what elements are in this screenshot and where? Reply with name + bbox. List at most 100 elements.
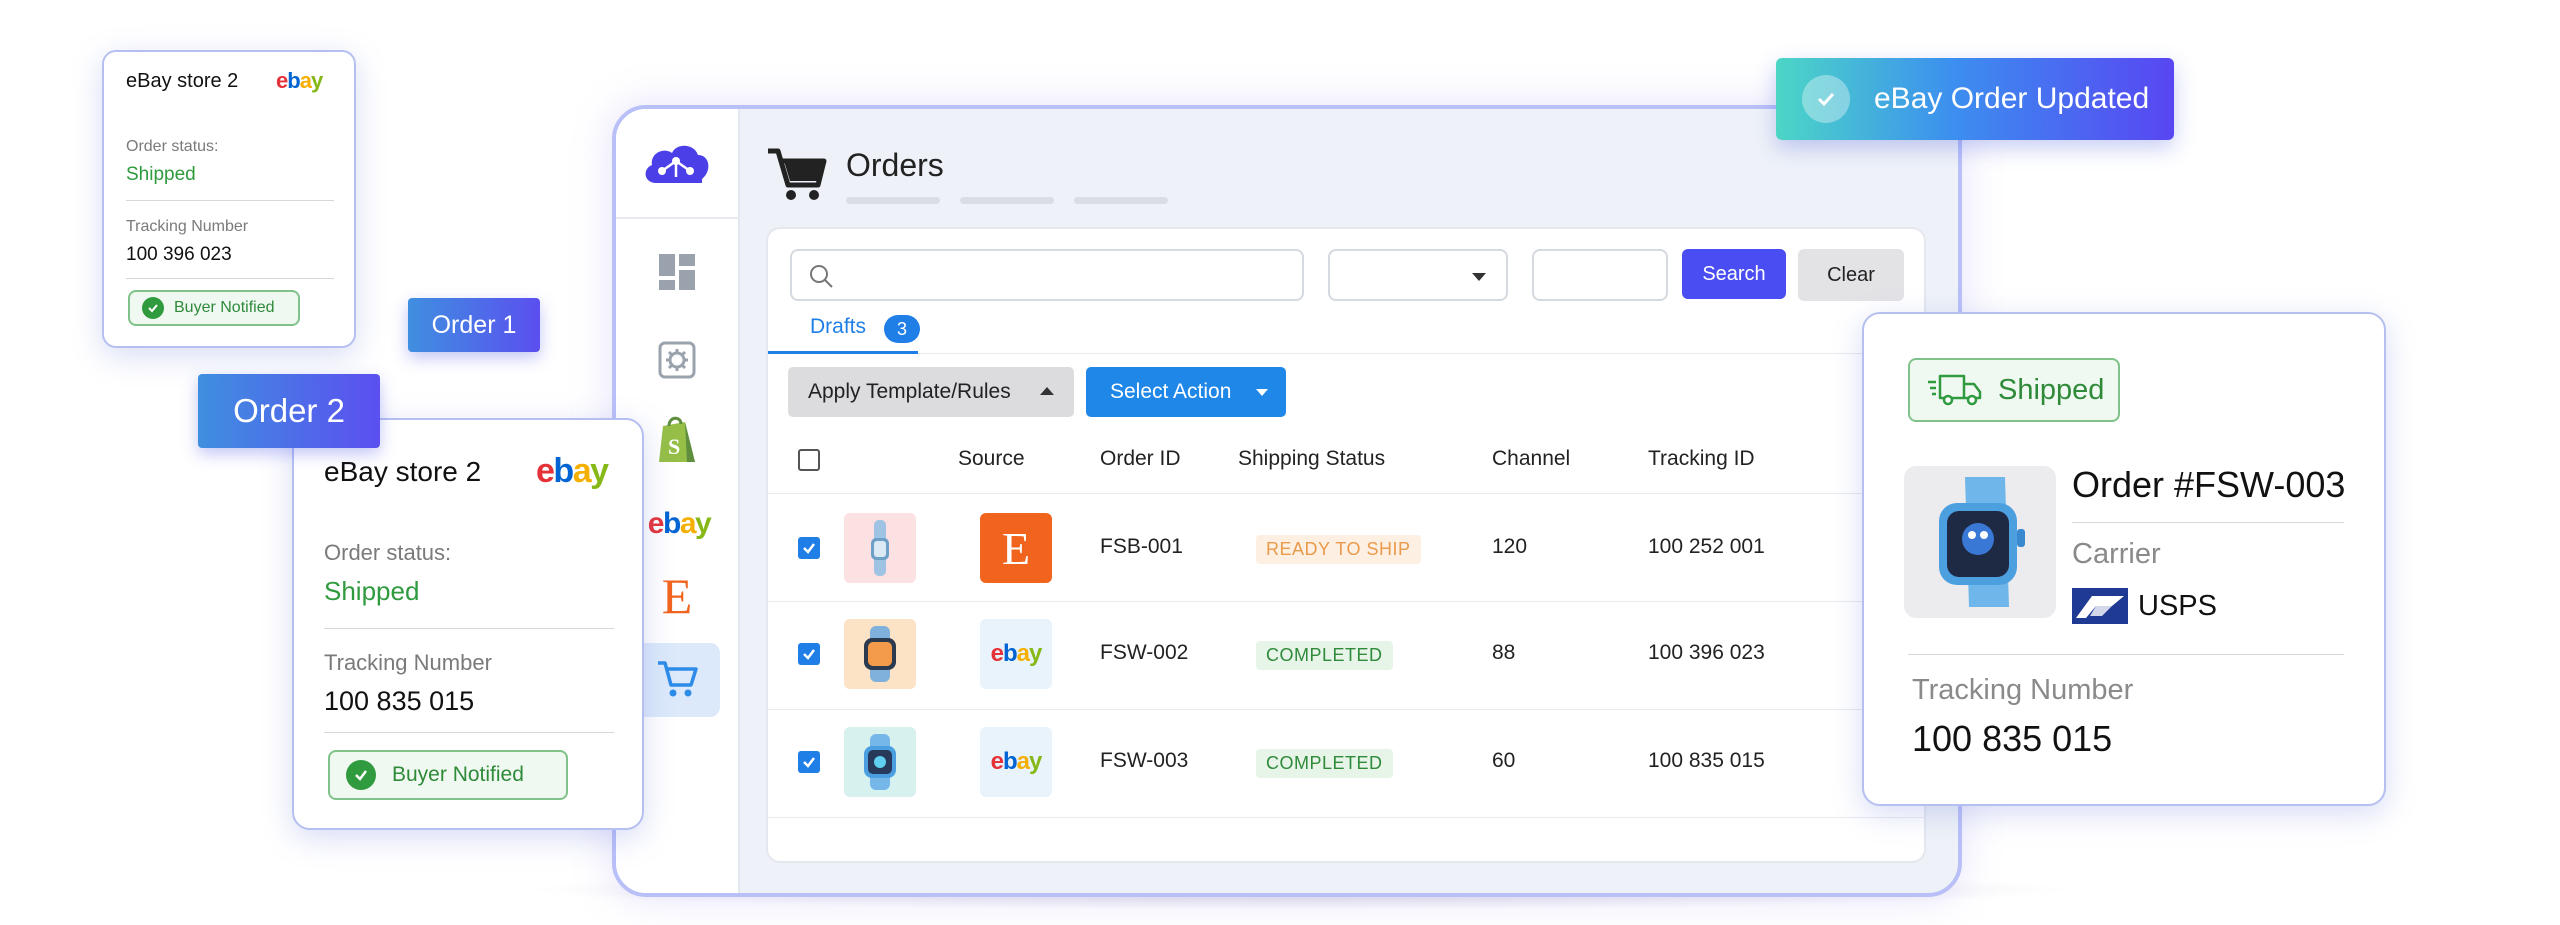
settings-icon[interactable]	[652, 335, 702, 385]
divider	[126, 278, 334, 279]
usps-eagle-icon	[2072, 588, 2128, 624]
ebay-order-updated-toast: eBay Order Updated	[1776, 58, 2174, 140]
divider	[126, 200, 334, 201]
order-status-value: Shipped	[324, 576, 420, 606]
tab-count-badge: 3	[884, 315, 920, 343]
tracking-label: Tracking Number	[1912, 674, 2134, 706]
order-2-tag: Order 2	[198, 374, 380, 448]
table-row[interactable]: E FSB-001 READY TO SHIP 120 100 252 001	[768, 495, 1924, 601]
ebay-channel-icon[interactable]: ebay	[642, 499, 716, 549]
tracking-id: 100 835 015	[1648, 749, 1765, 772]
filter-select[interactable]	[1328, 249, 1508, 301]
table-row[interactable]: ebay FSW-002 COMPLETED 88 100 396 023	[768, 601, 1924, 707]
ebay-source-icon: ebay	[980, 619, 1052, 689]
orders-card: Search Clear Drafts 3 Apply Template/Rul…	[766, 227, 1926, 863]
row-checkbox[interactable]	[798, 643, 820, 665]
store-name: eBay store 2	[324, 456, 482, 487]
column-header-order-id: Order ID	[1100, 447, 1181, 470]
row-checkbox[interactable]	[798, 537, 820, 559]
status-badge: COMPLETED	[1256, 749, 1393, 778]
tracking-value: 100 396 023	[126, 244, 232, 265]
tracking-id: 100 252 001	[1648, 535, 1765, 558]
tab-drafts[interactable]: Drafts	[810, 315, 866, 339]
search-input[interactable]	[790, 249, 1304, 301]
tracking-value: 100 835 015	[1912, 718, 2113, 759]
tracking-label: Tracking Number	[126, 218, 249, 235]
chevron-down-icon	[1256, 389, 1268, 396]
order-status-label: Order status:	[126, 138, 219, 155]
row-divider	[768, 817, 1924, 818]
channel-value: 120	[1492, 535, 1528, 558]
tracking-id: 100 396 023	[1648, 641, 1765, 664]
check-circle-icon	[142, 297, 164, 319]
etsy-channel-icon[interactable]: E	[652, 568, 702, 624]
column-header-channel: Channel	[1492, 447, 1571, 470]
shipped-badge: Shipped	[1908, 358, 2120, 422]
page-title: Orders	[846, 147, 944, 183]
sidebar-divider	[616, 217, 740, 219]
orders-window: S ebay E Orders Search Clear Drafts 3 Ap…	[612, 105, 1962, 897]
chevron-down-icon	[1472, 273, 1486, 281]
product-thumbnail-band	[844, 513, 916, 583]
title-placeholder-bar	[960, 197, 1054, 204]
product-thumbnail-watch	[844, 619, 916, 689]
divider	[1908, 654, 2344, 655]
store-name: eBay store 2	[126, 70, 239, 92]
order-status-value: Shipped	[126, 164, 196, 185]
shopify-icon[interactable]: S	[652, 415, 702, 465]
carrier-label: Carrier	[2072, 538, 2161, 570]
ebay-source-icon: ebay	[980, 727, 1052, 797]
table-row[interactable]: ebay FSW-003 COMPLETED 60 100 835 015	[768, 709, 1924, 815]
order-card-small: eBay store 2 ebay Order status: Shipped …	[102, 50, 356, 348]
product-thumbnail-watch	[844, 727, 916, 797]
channel-value: 60	[1492, 749, 1516, 772]
search-icon	[810, 265, 833, 288]
row-checkbox[interactable]	[798, 751, 820, 773]
carrier-value: USPS	[2138, 590, 2217, 622]
filter-input[interactable]	[1532, 249, 1668, 301]
cart-icon	[768, 148, 827, 200]
order-number: Order #FSW-003	[2072, 464, 2346, 505]
sidebar-item-orders[interactable]	[634, 643, 720, 717]
product-image-watch	[1904, 466, 2056, 618]
order-id: FSW-003	[1100, 749, 1189, 772]
select-action-button[interactable]: Select Action	[1086, 367, 1286, 417]
check-circle-icon	[1802, 75, 1850, 123]
order-id: FSW-002	[1100, 641, 1189, 664]
title-placeholder-bar	[1074, 197, 1168, 204]
shipped-label: Shipped	[1998, 373, 2105, 406]
order-1-tag: Order 1	[408, 298, 540, 352]
divider	[2072, 522, 2344, 523]
truck-icon	[1928, 374, 1982, 406]
main-content: Orders Search Clear Drafts 3 Apply Templ…	[740, 109, 1958, 893]
apply-template-button[interactable]: Apply Template/Rules	[788, 367, 1074, 417]
divider	[324, 732, 614, 733]
buyer-notified-label: Buyer Notified	[392, 763, 524, 786]
column-header-shipping-status: Shipping Status	[1238, 447, 1386, 470]
divider	[324, 628, 614, 629]
dashboard-icon[interactable]	[652, 247, 702, 297]
order-card-medium: eBay store 2 ebay Order status: Shipped …	[292, 418, 644, 830]
tab-divider	[768, 353, 1924, 354]
buyer-notified-badge: Buyer Notified	[128, 290, 300, 326]
status-badge: COMPLETED	[1256, 641, 1393, 670]
tab-active-indicator	[768, 351, 918, 354]
status-badge: READY TO SHIP	[1256, 535, 1421, 564]
apply-template-label: Apply Template/Rules	[808, 380, 1011, 403]
select-action-label: Select Action	[1110, 380, 1232, 403]
toast-text: eBay Order Updated	[1874, 82, 2150, 115]
chevron-up-icon	[1040, 387, 1054, 395]
clear-button[interactable]: Clear	[1798, 249, 1904, 301]
channel-value: 88	[1492, 641, 1516, 664]
search-button[interactable]: Search	[1682, 249, 1786, 299]
title-placeholder-bar	[846, 197, 940, 204]
ebay-logo-icon: ebay	[276, 68, 323, 93]
svg-text:S: S	[668, 434, 680, 459]
cloud-logo-icon[interactable]	[640, 139, 712, 191]
check-circle-icon	[346, 760, 376, 790]
shipment-card: Shipped Order #FSW-003 Carrier USPS Trac…	[1862, 312, 2386, 806]
etsy-source-icon: E	[980, 513, 1052, 583]
select-all-checkbox[interactable]	[798, 449, 820, 471]
order-id: FSB-001	[1100, 535, 1183, 558]
row-divider	[768, 493, 1924, 494]
